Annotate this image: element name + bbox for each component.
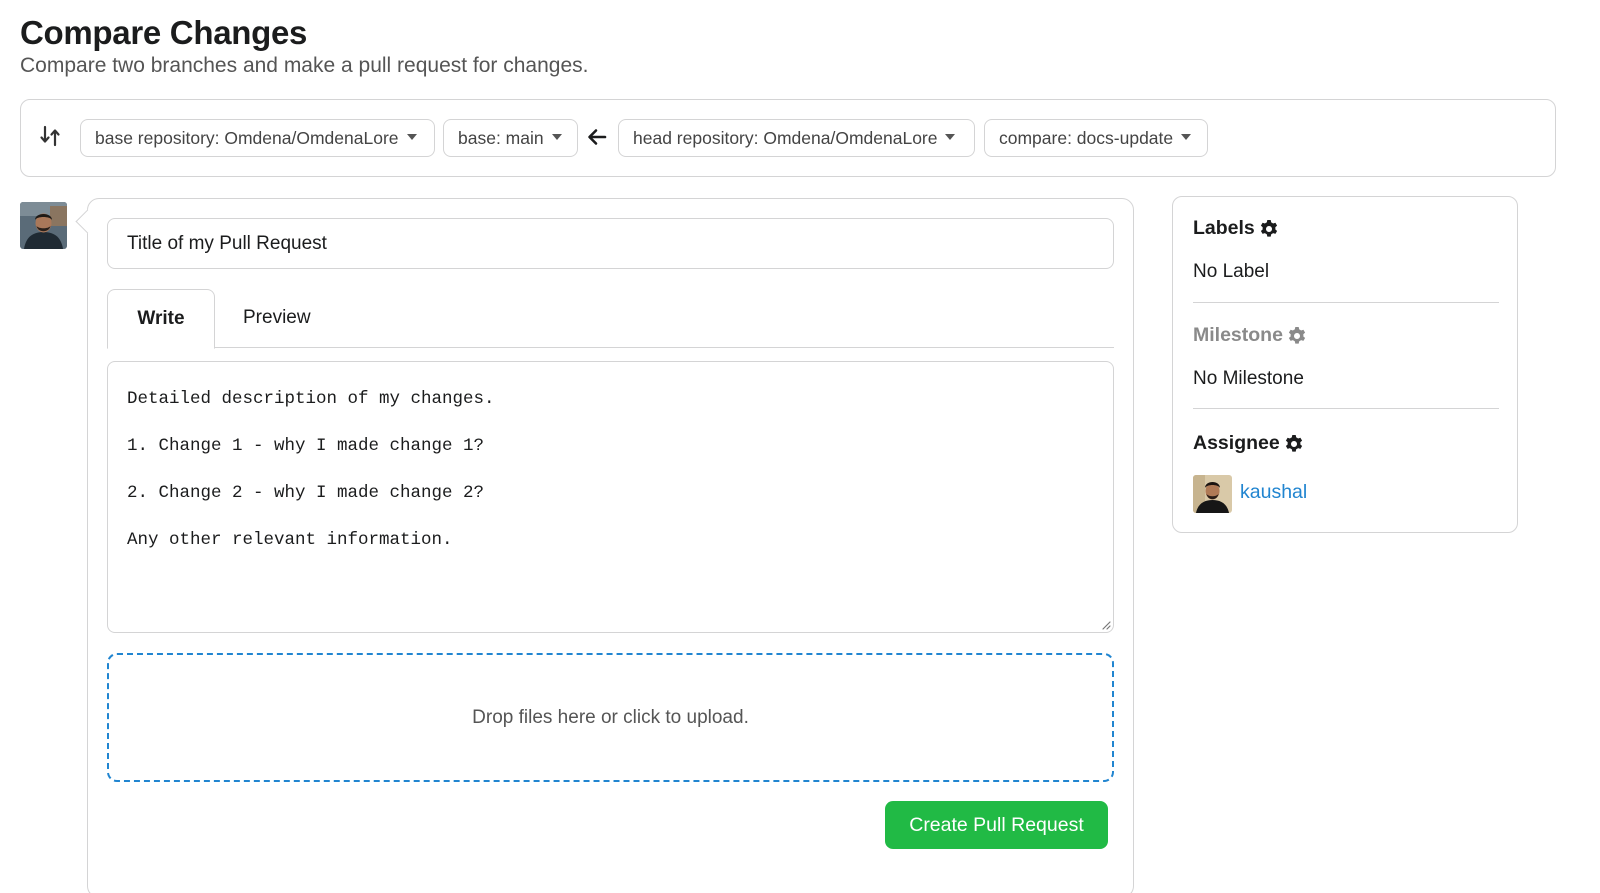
chevron-down-icon	[551, 134, 562, 141]
head-repository-label: head repository: Omdena/OmdenaLore	[633, 128, 938, 148]
assignee-heading[interactable]: Assignee	[1193, 432, 1304, 455]
labels-heading[interactable]: Labels	[1193, 217, 1279, 240]
compare-bar: base repository: Omdena/OmdenaLore base:…	[20, 99, 1556, 177]
divider	[1193, 408, 1499, 409]
milestone-heading[interactable]: Milestone	[1193, 324, 1307, 347]
assignee-avatar[interactable]	[1193, 475, 1232, 513]
tab-write[interactable]: Write	[107, 289, 215, 349]
pr-sidebar: Labels No Label Milestone No Milestone A…	[1172, 196, 1518, 533]
base-repository-dropdown[interactable]: base repository: Omdena/OmdenaLore	[80, 119, 435, 157]
git-compare-icon	[40, 125, 60, 147]
compare-branch-dropdown[interactable]: compare: docs-update	[984, 119, 1208, 157]
avatar	[20, 202, 67, 249]
pull-request-form: Write Preview Detailed description of my…	[87, 198, 1134, 893]
chevron-down-icon	[1181, 134, 1192, 141]
pr-title-input[interactable]	[107, 218, 1114, 269]
head-repository-dropdown[interactable]: head repository: Omdena/OmdenaLore	[618, 119, 975, 157]
arrow-left-icon	[588, 129, 607, 145]
create-pull-request-button[interactable]: Create Pull Request	[885, 801, 1108, 849]
labels-value: No Label	[1193, 261, 1270, 282]
assignee-link[interactable]: kaushal	[1240, 481, 1307, 504]
divider	[1193, 302, 1499, 303]
milestone-value: No Milestone	[1193, 368, 1304, 389]
pr-description-textarea[interactable]: Detailed description of my changes. 1. C…	[107, 361, 1114, 633]
compare-branch-label: compare: docs-update	[999, 128, 1174, 148]
milestone-heading-text: Milestone	[1193, 324, 1283, 346]
gear-icon	[1288, 326, 1306, 344]
tab-preview[interactable]: Preview	[243, 289, 311, 348]
resize-handle-icon[interactable]	[1101, 620, 1111, 630]
page-title: Compare Changes	[20, 14, 308, 51]
editor-tabs: Write Preview	[107, 289, 1114, 349]
gear-icon	[1260, 219, 1277, 237]
labels-heading-text: Labels	[1193, 217, 1255, 239]
base-branch-dropdown[interactable]: base: main	[443, 119, 578, 157]
base-repository-label: base repository: Omdena/OmdenaLore	[95, 128, 399, 148]
base-branch-label: base: main	[458, 128, 544, 148]
gear-icon	[1285, 434, 1302, 452]
file-dropzone[interactable]: Drop files here or click to upload.	[107, 653, 1114, 782]
dropzone-text: Drop files here or click to upload.	[472, 706, 749, 728]
chevron-down-icon	[945, 134, 956, 141]
assignee-heading-text: Assignee	[1193, 432, 1280, 454]
chevron-down-icon	[406, 134, 417, 141]
page-subtitle: Compare two branches and make a pull req…	[20, 54, 589, 77]
